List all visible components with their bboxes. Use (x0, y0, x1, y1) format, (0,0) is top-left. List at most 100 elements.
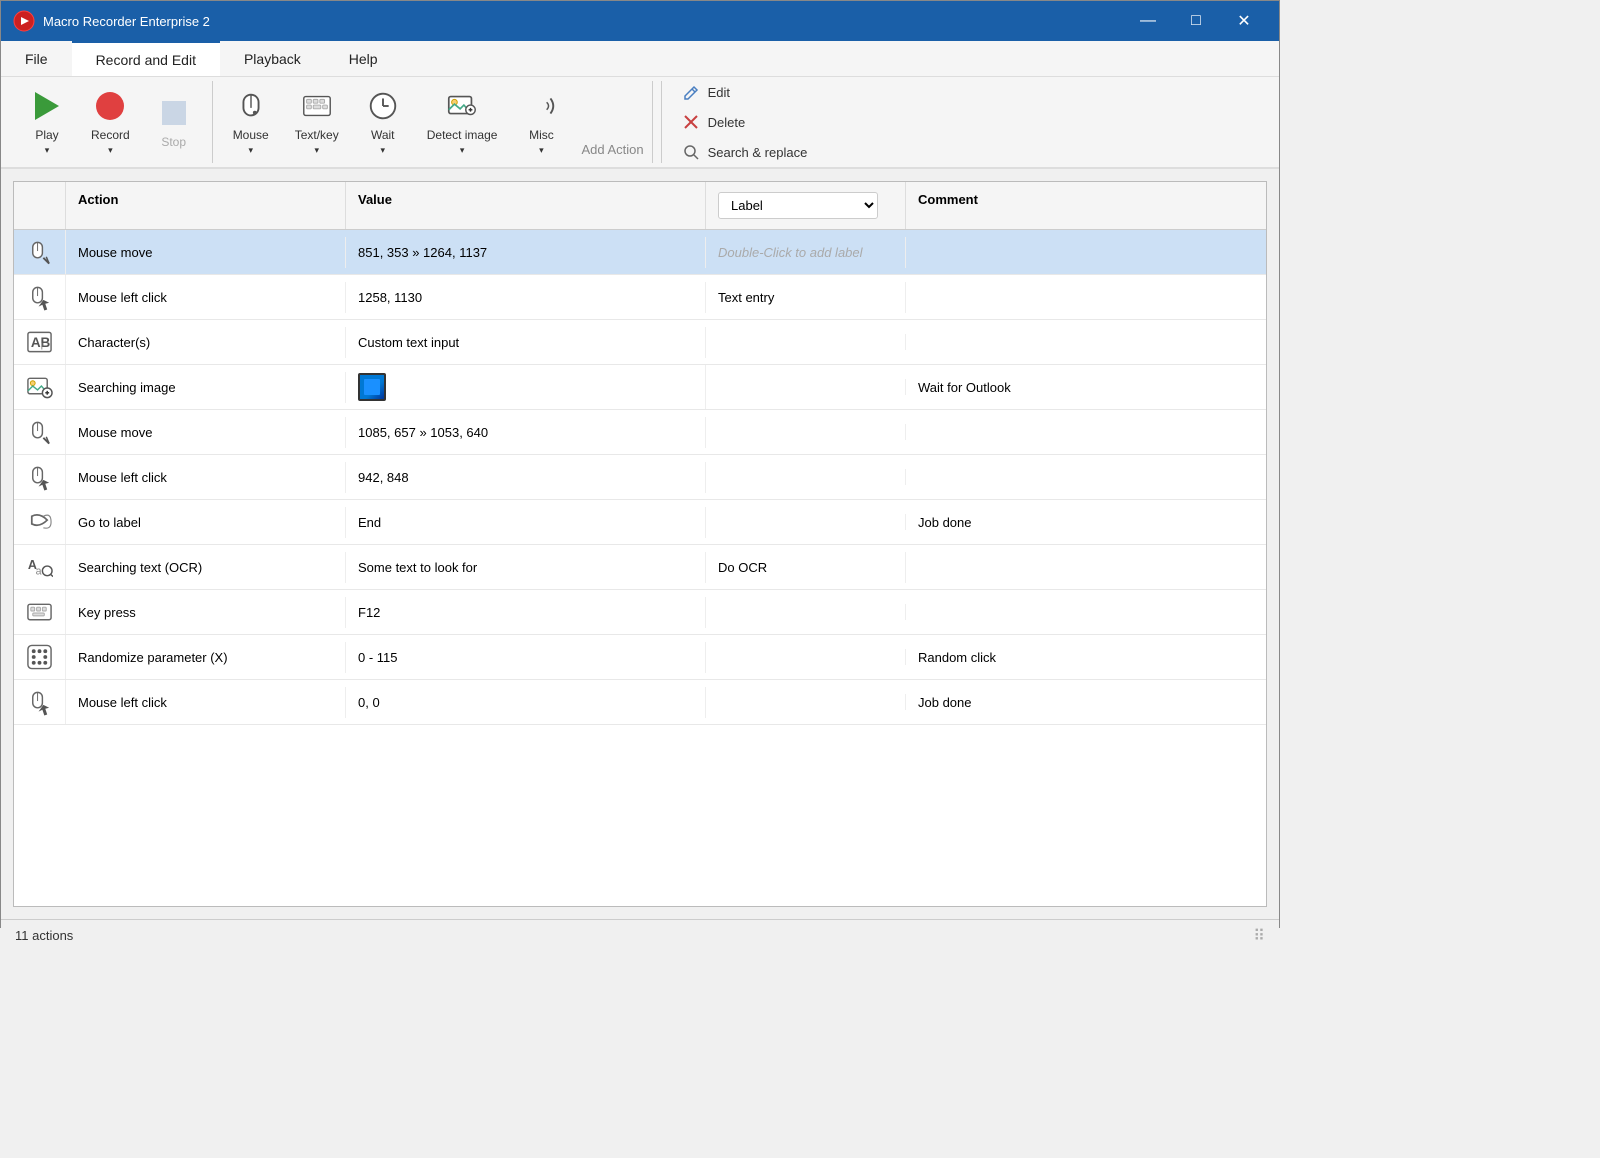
table-row[interactable]: Randomize parameter (X)0 - 115Random cli… (14, 635, 1266, 680)
stop-button[interactable]: Stop (144, 89, 204, 155)
wait-button[interactable]: Wait▾ (353, 82, 413, 162)
row-label: Double-Click to add label (706, 237, 906, 268)
row-icon (14, 635, 66, 679)
actions-count: 11 actions (15, 928, 73, 943)
row-value: 851, 353 » 1264, 1137 (346, 237, 706, 268)
row-value: End (346, 507, 706, 538)
table-row[interactable]: Mouse move851, 353 » 1264, 1137Double-Cl… (14, 230, 1266, 275)
row-action: Key press (66, 597, 346, 628)
row-label (706, 604, 906, 620)
wait-icon (365, 88, 401, 124)
row-icon (14, 410, 66, 454)
row-action: Go to label (66, 507, 346, 538)
menu-file[interactable]: File (1, 41, 72, 76)
play-icon (29, 88, 65, 124)
textkey-button[interactable]: Text/key▾ (283, 82, 351, 162)
delete-button[interactable]: Delete (678, 111, 812, 133)
row-value: 0, 0 (346, 687, 706, 718)
table-row[interactable]: Key pressF12 (14, 590, 1266, 635)
mouse-button[interactable]: Mouse▾ (221, 82, 281, 162)
row-action: Searching text (OCR) (66, 552, 346, 583)
minimize-button[interactable]: — (1125, 1, 1171, 41)
table-row[interactable]: AB I Character(s)Custom text input (14, 320, 1266, 365)
row-icon (14, 230, 66, 274)
row-value: 1085, 657 » 1053, 640 (346, 417, 706, 448)
add-action-label: Add Action (573, 142, 643, 163)
table-row[interactable]: Go to labelEnd Job done (14, 500, 1266, 545)
toolbar-add-actions: Mouse▾ Text/key▾ (213, 81, 653, 163)
window-controls: — □ ✕ (1125, 1, 1267, 41)
row-comment (906, 334, 1266, 350)
record-icon (92, 88, 128, 124)
menu-playback[interactable]: Playback (220, 41, 325, 76)
app-icon (13, 10, 35, 32)
row-value (346, 365, 706, 409)
edit-section: Edit Delete Search & replace (661, 81, 828, 163)
table-row[interactable]: A a Searching text (OCR)Some text to loo… (14, 545, 1266, 590)
statusbar: 11 actions ⠿ (1, 919, 1279, 951)
row-label: Do OCR (706, 552, 906, 583)
menu-help[interactable]: Help (325, 41, 402, 76)
col-comment: Comment (906, 182, 1266, 229)
image-thumbnail (358, 373, 386, 401)
label-dropdown[interactable]: Label All Labels (718, 192, 878, 219)
row-comment (906, 289, 1266, 305)
svg-text:I: I (40, 342, 43, 353)
stop-icon (156, 95, 192, 131)
stop-label: Stop (161, 135, 186, 149)
close-button[interactable]: ✕ (1221, 1, 1267, 41)
maximize-button[interactable]: □ (1173, 1, 1219, 41)
misc-button[interactable]: Misc▾ (511, 82, 571, 162)
titlebar: Macro Recorder Enterprise 2 — □ ✕ (1, 1, 1279, 41)
play-label: Play▾ (35, 128, 58, 156)
col-action: Action (66, 182, 346, 229)
detect-image-label: Detect image▾ (427, 128, 498, 156)
row-action: Mouse left click (66, 282, 346, 313)
edit-button[interactable]: Edit (678, 81, 812, 103)
row-action: Mouse move (66, 237, 346, 268)
row-value: 0 - 115 (346, 642, 706, 673)
row-icon (14, 590, 66, 634)
table-row[interactable]: Mouse left click0, 0 Job done (14, 680, 1266, 725)
main-content: Action Value Label All Labels Comment Mo… (13, 181, 1267, 907)
edit-icon (682, 83, 700, 101)
textkey-label: Text/key▾ (295, 128, 339, 156)
row-comment (906, 559, 1266, 575)
row-action: Searching image (66, 372, 346, 403)
play-button[interactable]: Play▾ (17, 82, 77, 162)
menu-record-edit[interactable]: Record and Edit (72, 41, 220, 76)
row-comment: Job done (906, 507, 1266, 538)
row-label (706, 649, 906, 665)
row-icon (14, 275, 66, 319)
table-row[interactable]: Mouse left click1258, 1130Text entry (14, 275, 1266, 320)
misc-label: Misc▾ (529, 128, 554, 156)
table-row[interactable]: Searching imageWait for Outlook (14, 365, 1266, 410)
row-icon (14, 500, 66, 544)
row-icon: AB I (14, 320, 66, 364)
row-label (706, 379, 906, 395)
row-label (706, 469, 906, 485)
row-label (706, 514, 906, 530)
search-replace-button[interactable]: Search & replace (678, 141, 812, 163)
row-value: Some text to look for (346, 552, 706, 583)
table-row[interactable]: Mouse left click942, 848 (14, 455, 1266, 500)
table-body: Mouse move851, 353 » 1264, 1137Double-Cl… (14, 230, 1266, 906)
table-row[interactable]: Mouse move1085, 657 » 1053, 640 (14, 410, 1266, 455)
row-action: Mouse left click (66, 687, 346, 718)
row-icon (14, 455, 66, 499)
col-label: Label All Labels (706, 182, 906, 229)
record-button[interactable]: Record▾ (79, 82, 142, 162)
row-action: Mouse left click (66, 462, 346, 493)
record-label: Record▾ (91, 128, 130, 156)
search-replace-icon (682, 143, 700, 161)
row-label: Text entry (706, 282, 906, 313)
row-action: Randomize parameter (X) (66, 642, 346, 673)
row-comment: Job done (906, 687, 1266, 718)
row-icon: A a (14, 545, 66, 589)
row-action: Character(s) (66, 327, 346, 358)
window-title: Macro Recorder Enterprise 2 (43, 14, 1125, 29)
table-header: Action Value Label All Labels Comment (14, 182, 1266, 230)
mouse-label: Mouse▾ (233, 128, 269, 156)
delete-icon (682, 113, 700, 131)
detect-image-button[interactable]: Detect image▾ (415, 82, 510, 162)
